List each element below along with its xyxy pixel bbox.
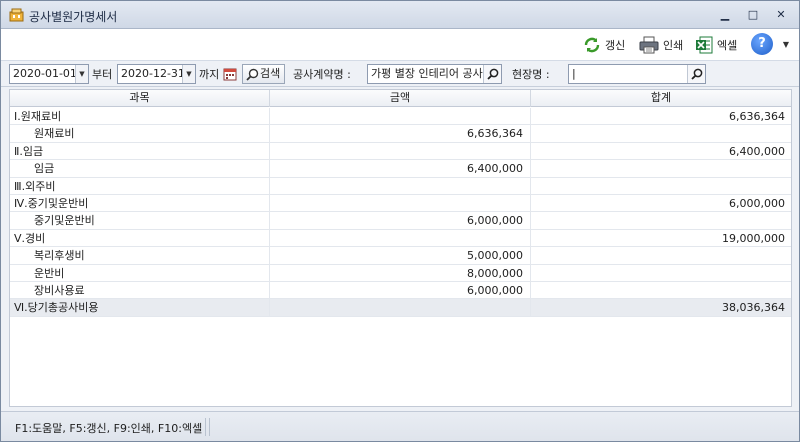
search-button[interactable]: 검색 xyxy=(242,64,285,84)
account-cell: Ⅱ.임금 xyxy=(10,142,270,160)
date-to-dropdown-icon[interactable]: ▼ xyxy=(182,65,195,83)
grid-header: 과목 금액 합계 xyxy=(10,90,791,107)
report-window: 공사별원가명세서 ▁ □ ✕ 갱신 인쇄 엑셀 ? ▼ 2020-01-01 ▼… xyxy=(0,0,800,442)
site-value: | xyxy=(572,67,576,80)
account-cell: 복리후생비 xyxy=(10,247,270,265)
account-cell: Ⅲ.외주비 xyxy=(10,177,270,195)
contract-search-icon xyxy=(486,68,498,80)
contract-label: 공사계약명 : xyxy=(293,68,351,81)
total-cell: 19,000,000 xyxy=(722,231,785,245)
title-bar: 공사별원가명세서 ▁ □ ✕ xyxy=(1,1,799,29)
amount-cell: 6,400,000 xyxy=(270,160,531,178)
amount-cell: 5,000,000 xyxy=(270,247,531,265)
table-row[interactable]: Ⅱ.임금 6,400,000 xyxy=(10,142,791,161)
column-header-total[interactable]: 합계 xyxy=(531,90,791,107)
help-button[interactable]: ? xyxy=(751,33,773,55)
search-label: 검색 xyxy=(260,67,281,80)
amount-cell: 6,000,000 xyxy=(270,282,531,299)
total-cell: 6,400,000 xyxy=(729,144,785,158)
refresh-label: 갱신 xyxy=(605,39,626,52)
account-cell: 원재료비 xyxy=(10,125,270,143)
table-row[interactable]: 복리후생비 5,000,000 xyxy=(10,247,791,265)
refresh-button[interactable]: 갱신 xyxy=(583,34,625,56)
total-cell xyxy=(531,212,791,229)
total-cell: 6,000,000 xyxy=(729,197,785,210)
total-cell: 6,636,364 xyxy=(729,110,785,123)
table-row[interactable]: Ⅰ.원재료비 6,636,364 xyxy=(10,108,791,126)
site-label: 현장명 : xyxy=(512,68,550,81)
total-cell xyxy=(531,265,791,282)
total-cell xyxy=(531,160,791,177)
contract-value: 가평 별장 인테리어 공사 xyxy=(371,67,483,80)
account-cell: 장비사용료 xyxy=(10,282,270,299)
contract-lookup-button[interactable] xyxy=(483,65,501,83)
column-header-account[interactable]: 과목 xyxy=(10,90,270,107)
site-lookup-button[interactable] xyxy=(687,65,705,83)
total-cell xyxy=(531,178,791,195)
amount-cell: 6,636,364 xyxy=(270,125,531,143)
filter-bar: 2020-01-01 ▼ 부터 2020-12-31 ▼ 까지 검색 공사계약명… xyxy=(1,61,799,87)
refresh-icon xyxy=(584,37,600,53)
table-row[interactable]: Ⅴ.경비 19,000,000 xyxy=(10,229,791,248)
magnifier-icon xyxy=(246,68,259,81)
toolbar: 갱신 인쇄 엑셀 ? ▼ xyxy=(1,29,799,61)
table-row[interactable]: Ⅳ.중기및운반비 6,000,000 xyxy=(10,195,791,213)
excel-button[interactable]: 엑셀 xyxy=(695,34,737,56)
account-cell: 중기및운반비 xyxy=(10,212,270,230)
help-menu-caret-icon[interactable]: ▼ xyxy=(783,40,789,49)
table-row[interactable]: 장비사용료 6,000,000 xyxy=(10,282,791,300)
status-divider xyxy=(209,418,210,436)
to-suffix-label: 까지 xyxy=(199,68,220,81)
account-cell: Ⅴ.경비 xyxy=(10,229,270,247)
account-cell: 임금 xyxy=(10,160,270,178)
window-title: 공사별원가명세서 xyxy=(29,10,118,24)
from-suffix-label: 부터 xyxy=(92,68,113,81)
excel-label: 엑셀 xyxy=(717,39,738,52)
table-row[interactable]: 원재료비 6,636,364 xyxy=(10,125,791,143)
amount-cell xyxy=(270,142,531,160)
minimize-button[interactable]: ▁ xyxy=(717,7,733,23)
app-icon xyxy=(9,8,24,22)
cost-statement-grid: 과목 금액 합계 Ⅰ.원재료비 6,636,364 원재료비 6,636,364… xyxy=(9,89,792,407)
column-header-amount[interactable]: 금액 xyxy=(270,90,531,107)
status-divider xyxy=(205,418,206,436)
table-row[interactable]: 임금 6,400,000 xyxy=(10,160,791,178)
account-cell: Ⅵ.당기총공사비용 xyxy=(10,299,270,317)
total-cell xyxy=(531,282,791,299)
amount-cell xyxy=(270,229,531,247)
excel-icon xyxy=(696,36,713,54)
print-label: 인쇄 xyxy=(663,39,684,52)
total-cell: 38,036,364 xyxy=(722,301,785,315)
contract-field[interactable]: 가평 별장 인테리어 공사 xyxy=(367,64,502,84)
total-cell xyxy=(531,125,791,142)
date-to-value: 2020-12-31 xyxy=(121,67,185,80)
print-button[interactable]: 인쇄 xyxy=(639,34,683,56)
amount-cell: 6,000,000 xyxy=(270,212,531,230)
total-cell xyxy=(531,247,791,264)
account-cell: Ⅳ.중기및운반비 xyxy=(10,195,270,212)
date-from-value: 2020-01-01 xyxy=(13,67,77,80)
close-button[interactable]: ✕ xyxy=(773,7,789,23)
table-row[interactable]: Ⅲ.외주비 xyxy=(10,177,791,195)
table-row[interactable]: 운반비 8,000,000 xyxy=(10,264,791,282)
amount-cell xyxy=(270,299,531,317)
account-cell: Ⅰ.원재료비 xyxy=(10,108,270,125)
amount-cell xyxy=(270,108,531,125)
calendar-icon[interactable] xyxy=(223,67,237,81)
date-to-picker[interactable]: 2020-12-31 ▼ xyxy=(117,64,196,84)
date-from-picker[interactable]: 2020-01-01 ▼ xyxy=(9,64,89,84)
amount-cell xyxy=(270,195,531,212)
site-search-icon xyxy=(690,68,702,80)
printer-icon xyxy=(639,36,659,54)
account-cell: 운반비 xyxy=(10,264,270,282)
site-field[interactable]: | xyxy=(568,64,706,84)
table-row[interactable]: 중기및운반비 6,000,000 xyxy=(10,212,791,230)
shortcut-hint: F1:도움말, F5:갱신, F9:인쇄, F10:엑셀 xyxy=(15,422,203,435)
status-bar: F1:도움말, F5:갱신, F9:인쇄, F10:엑셀 xyxy=(1,411,799,441)
table-row-total[interactable]: Ⅵ.당기총공사비용 38,036,364 xyxy=(10,299,791,317)
amount-cell xyxy=(270,177,531,195)
amount-cell: 8,000,000 xyxy=(270,264,531,282)
maximize-button[interactable]: □ xyxy=(745,7,761,23)
date-from-dropdown-icon[interactable]: ▼ xyxy=(75,65,88,83)
